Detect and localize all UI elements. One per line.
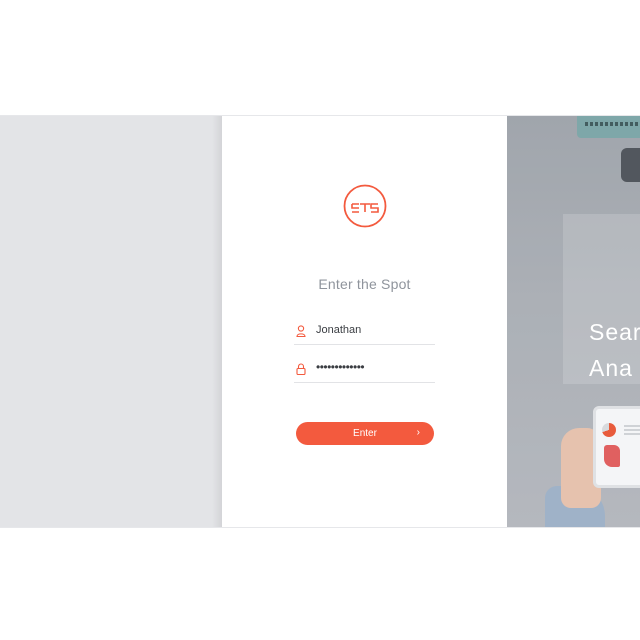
- map-graphic: [604, 445, 620, 467]
- username-value: Jonathan: [316, 324, 362, 336]
- promo-image-panel: Sear Ana: [507, 116, 640, 527]
- login-screen: Enter the Spot Jonathan ••••••••••••• En…: [0, 115, 640, 528]
- chevron-right-icon: ›: [416, 427, 420, 438]
- user-icon: [296, 325, 306, 337]
- username-field[interactable]: Jonathan: [294, 322, 435, 345]
- password-field[interactable]: •••••••••••••: [294, 360, 435, 383]
- login-title: Enter the Spot: [318, 276, 411, 292]
- pie-chart-graphic: [602, 423, 616, 437]
- tablet-image: [593, 406, 640, 488]
- left-background-panel: [0, 116, 222, 527]
- password-value: •••••••••••••: [316, 360, 365, 374]
- enter-button[interactable]: Enter ›: [296, 422, 434, 445]
- login-card: Enter the Spot Jonathan ••••••••••••• En…: [222, 116, 507, 527]
- promo-headline-line2: Ana: [589, 355, 633, 381]
- enter-button-label: Enter: [353, 428, 377, 439]
- promo-headline-line1: Sear: [589, 319, 640, 345]
- bar-lines-graphic: [624, 425, 640, 435]
- lock-icon: [296, 363, 306, 375]
- sts-logo: [343, 184, 387, 228]
